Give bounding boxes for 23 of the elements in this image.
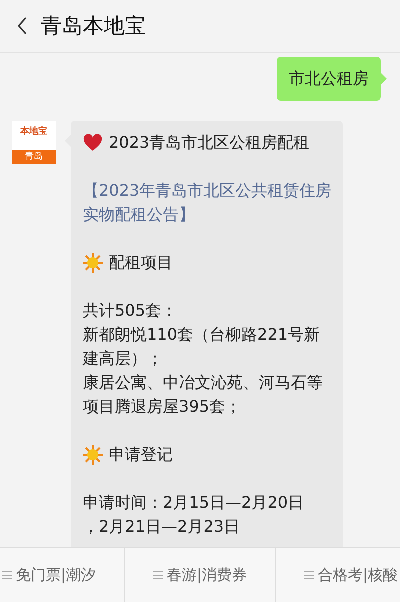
message-heading: 申请登记 — [109, 444, 173, 466]
menu-tab[interactable]: 合格考|核酸 — [276, 548, 400, 602]
message-text: 新都朗悦110套（台柳路221号新建高层）； — [83, 324, 322, 370]
bubble-tail — [381, 73, 387, 85]
message-text: 共计505套： — [83, 300, 179, 322]
message-text: 康居公寓、中冶文沁苑、河马石等项目腾退房屋395套； — [83, 372, 324, 418]
message-heading: 配租项目 — [109, 252, 173, 274]
window-title: 青岛本地宝 — [41, 13, 146, 40]
menu-tab[interactable]: 春游|消费券 — [125, 548, 276, 602]
sun-icon — [83, 253, 103, 273]
heart-icon — [83, 134, 103, 152]
menu-tab[interactable]: 免门票|潮汐 — [0, 548, 125, 602]
menu-icon — [2, 570, 12, 580]
message-heading: 2023青岛市北区公租房配租 — [109, 132, 310, 154]
menu-icon — [152, 570, 163, 580]
sent-message-bubble: 市北公租房 — [277, 57, 381, 101]
back-icon[interactable] — [17, 17, 27, 35]
menu-icon — [304, 570, 314, 580]
notice-link[interactable]: 【2023年青岛市北区公共租赁住房实物配租公告】 — [83, 179, 333, 227]
message-text: ，2月21日—2月23日 — [83, 516, 242, 538]
message-text: 申请时间：2月15日—2月20日 — [83, 492, 306, 514]
sun-icon — [83, 445, 103, 465]
avatar-logo: 本地宝 青岛 — [12, 121, 56, 164]
